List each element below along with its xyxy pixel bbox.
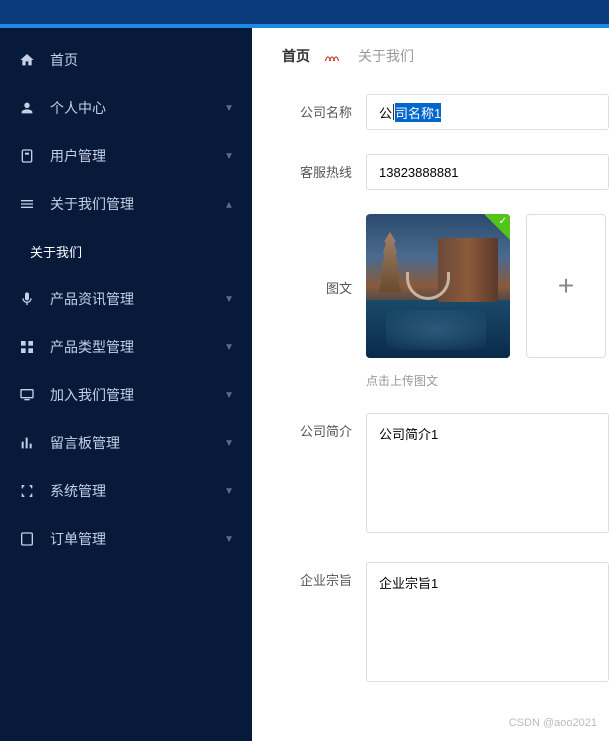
purpose-label: 企业宗旨 — [282, 562, 352, 589]
chevron-down-icon: ▼ — [224, 342, 234, 353]
chevron-down-icon: ▼ — [224, 534, 234, 545]
chevron-down-icon: ▼ — [224, 294, 234, 305]
breadcrumb-separator-icon — [324, 49, 344, 63]
sidebar-item-home[interactable]: 首页 — [0, 36, 252, 84]
user-icon — [18, 99, 36, 117]
input-prefix: 公 — [379, 103, 392, 122]
sidebar-item-label: 留言板管理 — [50, 433, 120, 453]
intro-label: 公司简介 — [282, 413, 352, 440]
upload-button[interactable]: + — [526, 214, 606, 358]
sidebar-item-join[interactable]: 加入我们管理 ▼ — [0, 371, 252, 419]
chevron-down-icon: ▼ — [224, 103, 234, 114]
header-bar — [0, 0, 609, 28]
watermark: CSDN @aoo2021 — [509, 717, 597, 729]
mic-icon — [18, 290, 36, 308]
sidebar-item-label: 个人中心 — [50, 98, 106, 118]
sidebar-item-users[interactable]: 用户管理 ▼ — [0, 132, 252, 180]
chart-icon — [18, 434, 36, 452]
sidebar-item-label: 产品类型管理 — [50, 337, 134, 357]
sidebar-item-label: 用户管理 — [50, 146, 106, 166]
grid-icon — [18, 338, 36, 356]
sidebar-item-label: 关于我们管理 — [50, 194, 134, 214]
chevron-down-icon: ▼ — [224, 438, 234, 449]
uploaded-image[interactable]: ✓ — [366, 214, 510, 358]
sidebar-item-label: 首页 — [50, 50, 78, 70]
image-scene — [366, 214, 510, 358]
breadcrumb-home[interactable]: 首页 — [282, 46, 310, 66]
plus-icon: + — [558, 270, 574, 302]
breadcrumb-current: 关于我们 — [358, 46, 414, 66]
upload-hint: 点击上传图文 — [366, 372, 609, 389]
monitor-icon — [18, 386, 36, 404]
hotline-input[interactable] — [366, 154, 609, 190]
breadcrumb: 首页 关于我们 — [282, 46, 609, 66]
users-icon — [18, 147, 36, 165]
menu-icon — [18, 195, 36, 213]
content-area: 首页 关于我们 公司名称 公司名称1 客服热线 图文 — [252, 28, 609, 741]
list-icon — [18, 530, 36, 548]
sidebar-item-label: 系统管理 — [50, 481, 106, 501]
imagetext-label: 图文 — [282, 214, 352, 297]
sidebar-item-personal[interactable]: 个人中心 ▼ — [0, 84, 252, 132]
chevron-down-icon: ▼ — [224, 151, 234, 162]
purpose-textarea[interactable] — [366, 562, 609, 682]
intro-textarea[interactable] — [366, 413, 609, 533]
hotline-label: 客服热线 — [282, 154, 352, 181]
chevron-down-icon: ▼ — [224, 486, 234, 497]
sidebar-item-label: 产品资讯管理 — [50, 289, 134, 309]
sidebar-item-label: 订单管理 — [50, 529, 106, 549]
selected-text: 司名称1 — [395, 103, 441, 122]
sidebar-item-system[interactable]: 系统管理 ▼ — [0, 467, 252, 515]
company-name-label: 公司名称 — [282, 94, 352, 121]
sidebar: 首页 个人中心 ▼ 用户管理 ▼ 关于我们管理 ▼ 关于我们 产品资讯管理 ▼ … — [0, 28, 252, 741]
bracket-icon — [18, 482, 36, 500]
home-icon — [18, 51, 36, 69]
sidebar-item-label: 加入我们管理 — [50, 385, 134, 405]
sidebar-subitem-about-us[interactable]: 关于我们 — [0, 228, 252, 275]
sidebar-item-messages[interactable]: 留言板管理 ▼ — [0, 419, 252, 467]
chevron-up-icon: ▼ — [224, 199, 234, 210]
sidebar-item-orders[interactable]: 订单管理 ▼ — [0, 515, 252, 563]
company-name-input[interactable]: 公司名称1 — [366, 94, 609, 130]
chevron-down-icon: ▼ — [224, 390, 234, 401]
text-cursor — [393, 104, 394, 120]
sidebar-item-about[interactable]: 关于我们管理 ▼ — [0, 180, 252, 228]
sidebar-item-news[interactable]: 产品资讯管理 ▼ — [0, 275, 252, 323]
sidebar-item-product-type[interactable]: 产品类型管理 ▼ — [0, 323, 252, 371]
